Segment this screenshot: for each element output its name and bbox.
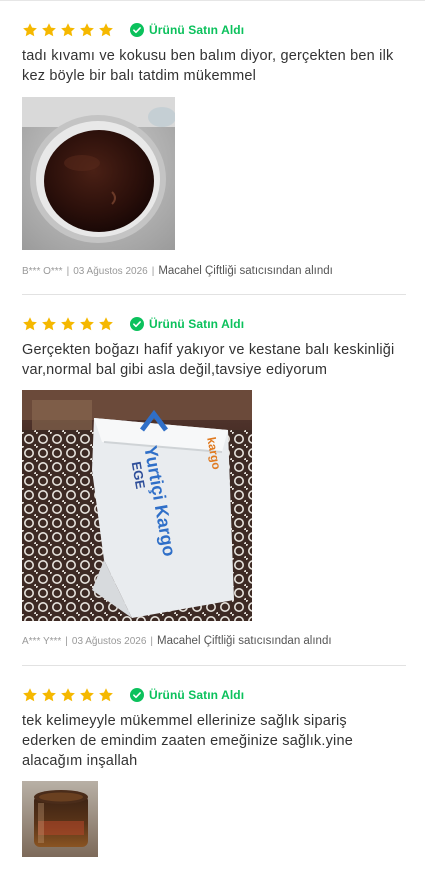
rating-row: Ürünü Satın Aldı xyxy=(22,686,244,704)
review-photo[interactable] xyxy=(22,97,175,250)
review-date: 03 Ağustos 2026 xyxy=(73,265,148,277)
meta-separator: | xyxy=(66,265,70,277)
verified-purchase-badge: Ürünü Satın Aldı xyxy=(130,317,244,331)
review-comment: tek kelimeyyle mükemmel ellerinize sağlı… xyxy=(22,713,353,769)
review-comment: Gerçekten boğazı hafif yakıyor ve kestan… xyxy=(22,342,395,378)
star-rating xyxy=(22,316,117,332)
star-icon xyxy=(42,688,56,702)
rating-row: Ürünü Satın Aldı xyxy=(22,315,244,333)
verified-purchase-badge: Ürünü Satın Aldı xyxy=(130,23,244,37)
review-date: 03 Ağustos 2026 xyxy=(71,635,147,647)
review-card: Ürünü Satın Aldı tadı kıvamı ve kokusu b… xyxy=(0,1,425,295)
star-icon xyxy=(99,317,113,331)
review-meta: A*** Y*** | 03 Ağustos 2026 | Macahel Çi… xyxy=(22,633,332,649)
review-photo[interactable]: Yurtiçi Kargo EGE kargo xyxy=(22,390,252,621)
review-meta: B*** O*** | 03 Ağustos 2026 | Macahel Çi… xyxy=(22,263,333,279)
seller-info: Macahel Çiftliği satıcısından alındı xyxy=(158,265,333,277)
star-icon xyxy=(61,688,75,702)
reviewer-name: A*** Y*** xyxy=(22,635,62,647)
star-icon xyxy=(80,23,94,37)
star-icon xyxy=(23,317,37,331)
verified-label: Ürünü Satın Aldı xyxy=(149,317,245,331)
star-icon xyxy=(80,688,94,702)
review-card: Ürünü Satın Aldı Gerçekten boğazı hafif … xyxy=(0,295,425,666)
star-icon xyxy=(80,317,94,331)
star-icon xyxy=(61,317,75,331)
star-icon xyxy=(61,23,75,37)
review-photo[interactable] xyxy=(22,781,98,857)
reviews-page: Ürünü Satın Aldı tadı kıvamı ve kokusu b… xyxy=(0,0,425,871)
meta-separator: | xyxy=(65,635,68,647)
check-circle-icon xyxy=(130,317,144,331)
verified-purchase-badge: Ürünü Satın Aldı xyxy=(130,688,244,702)
verified-label: Ürünü Satın Aldı xyxy=(149,688,245,702)
verified-label: Ürünü Satın Aldı xyxy=(149,23,245,37)
star-icon xyxy=(23,23,37,37)
star-icon xyxy=(42,23,56,37)
rating-row: Ürünü Satın Aldı xyxy=(22,21,244,39)
meta-separator: | xyxy=(150,635,154,647)
star-icon xyxy=(99,688,113,702)
star-rating xyxy=(22,687,117,703)
star-rating xyxy=(22,22,117,38)
check-circle-icon xyxy=(130,23,144,37)
reviewer-name: B*** O*** xyxy=(22,265,63,277)
review-card: Ürünü Satın Aldı tek kelimeyyle mükemmel… xyxy=(0,666,425,871)
check-circle-icon xyxy=(130,688,144,702)
seller-info: Macahel Çiftliği satıcısından alındı xyxy=(157,635,332,647)
star-icon xyxy=(99,23,113,37)
star-icon xyxy=(23,688,37,702)
review-comment: tadı kıvamı ve kokusu ben balım diyor, g… xyxy=(22,48,394,84)
star-icon xyxy=(42,317,56,331)
meta-separator: | xyxy=(151,265,155,277)
